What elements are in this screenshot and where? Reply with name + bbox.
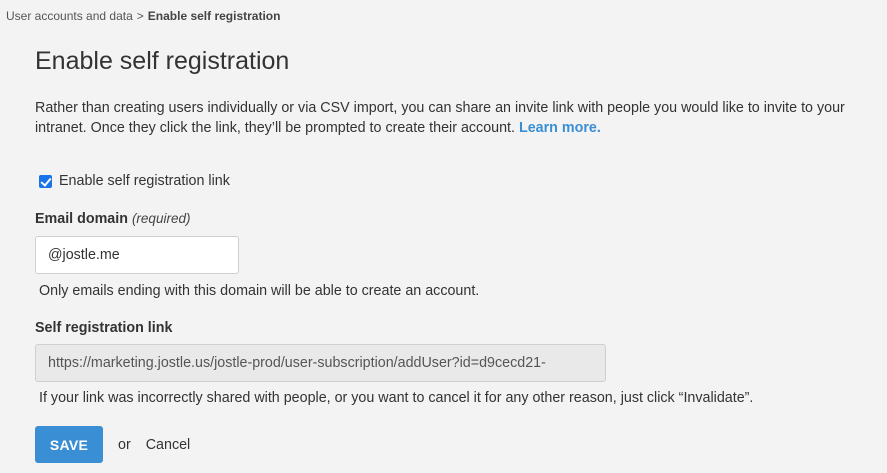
breadcrumb-parent-link[interactable]: User accounts and data xyxy=(6,9,133,23)
breadcrumb-current: Enable self registration xyxy=(147,9,281,23)
breadcrumb-separator: > xyxy=(136,9,144,23)
enable-self-registration-label[interactable]: Enable self registration link xyxy=(59,173,230,189)
cancel-link[interactable]: Cancel xyxy=(146,437,191,453)
self-registration-page: User accounts and data > Enable self regis… xyxy=(0,0,887,473)
breadcrumb: User accounts and data > Enable self regis… xyxy=(6,9,280,23)
page-description: Rather than creating users individually … xyxy=(35,98,881,138)
enable-self-registration-checkbox[interactable] xyxy=(39,174,52,188)
email-domain-value[interactable]: @jostle.me xyxy=(48,247,120,263)
email-domain-label-text: Email domain xyxy=(35,211,128,227)
or-text: or xyxy=(118,436,131,453)
save-button[interactable]: SAVE xyxy=(35,426,103,463)
page-title: Enable self registration xyxy=(35,47,290,75)
email-domain-help: Only emails ending with this domain will… xyxy=(39,283,480,299)
registration-link-help: If your link was incorrectly shared with… xyxy=(39,390,754,406)
description-text: Rather than creating users individually … xyxy=(35,100,845,136)
form-actions: SAVE or Cancel xyxy=(35,426,190,463)
email-domain-label: Email domain (required) xyxy=(35,211,190,227)
learn-more-link[interactable]: Learn more. xyxy=(519,120,601,136)
registration-link-field[interactable]: https://marketing.jostle.us/jostle-prod/… xyxy=(35,344,606,382)
required-note: (required) xyxy=(131,211,191,226)
registration-link-value[interactable]: https://marketing.jostle.us/jostle-prod/… xyxy=(48,355,546,371)
enable-self-registration-row[interactable]: Enable self registration link xyxy=(39,173,230,189)
email-domain-input[interactable]: @jostle.me xyxy=(35,236,239,274)
registration-link-label: Self registration link xyxy=(35,320,173,336)
